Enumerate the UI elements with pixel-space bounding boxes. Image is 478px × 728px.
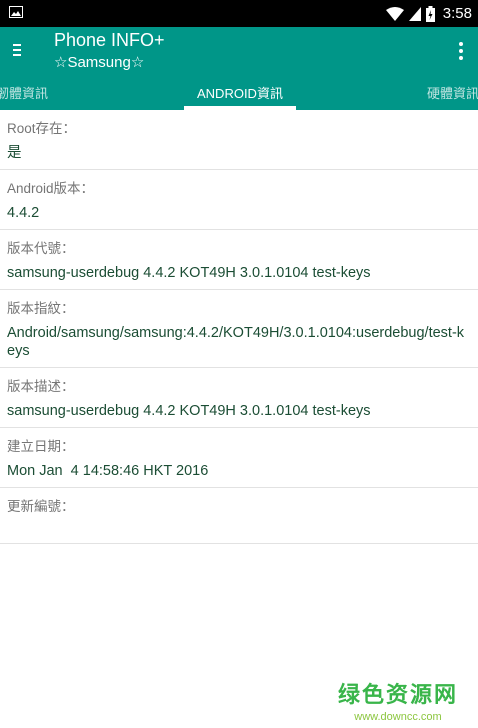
watermark-url: www.downcc.com bbox=[354, 711, 442, 723]
list-item-description[interactable]: 版本描述： samsung-userdebug 4.4.2 KOT49H 3.0… bbox=[0, 368, 478, 428]
tab-bar: 韌體資訊 ANDROID資訊 硬體資訊 bbox=[0, 74, 478, 110]
row-value: 4.4.2 bbox=[7, 205, 40, 221]
row-label: Android版本： bbox=[7, 181, 95, 196]
list-item-android-version[interactable]: Android版本： 4.4.2 bbox=[0, 170, 478, 230]
list-item-update-number[interactable]: 更新編號： bbox=[0, 488, 478, 544]
watermark: 绿色资源网 www.downcc.com bbox=[338, 677, 458, 723]
row-value: Android/samsung/samsung:4.4.2/KOT49H/3.0… bbox=[7, 325, 465, 359]
menu-icon[interactable] bbox=[10, 40, 24, 60]
watermark-text: 绿色资源网 bbox=[337, 682, 458, 707]
image-notification-icon bbox=[9, 6, 23, 18]
wifi-icon bbox=[385, 6, 404, 21]
list-item-root[interactable]: Root存在： 是 bbox=[0, 110, 478, 170]
info-list: Root存在： 是 Android版本： 4.4.2 版本代號： samsung… bbox=[0, 110, 478, 544]
row-value: 是 bbox=[7, 145, 22, 161]
row-label: Root存在： bbox=[7, 121, 77, 136]
row-value: samsung-userdebug 4.4.2 KOT49H 3.0.1.010… bbox=[7, 265, 371, 281]
row-label: 版本代號： bbox=[7, 241, 75, 256]
row-label: 建立日期： bbox=[7, 439, 75, 454]
tab-hardware-info[interactable]: 硬體資訊 bbox=[427, 83, 478, 102]
app-title: Phone INFO+ bbox=[54, 30, 165, 50]
list-item-fingerprint[interactable]: 版本指紋： Android/samsung/samsung:4.4.2/KOT4… bbox=[0, 290, 478, 368]
app-bar: Phone INFO+ ☆Samsung☆ bbox=[0, 27, 478, 74]
list-item-build-date[interactable]: 建立日期： Mon Jan 4 14:58:46 HKT 2016 bbox=[0, 428, 478, 488]
row-label: 更新編號： bbox=[7, 499, 75, 514]
list-item-build-id[interactable]: 版本代號： samsung-userdebug 4.4.2 KOT49H 3.0… bbox=[0, 230, 478, 290]
row-label: 版本描述： bbox=[7, 379, 75, 394]
tab-firmware-info[interactable]: 韌體資訊 bbox=[0, 83, 48, 102]
more-vert-icon[interactable] bbox=[458, 41, 464, 61]
battery-icon bbox=[425, 5, 435, 22]
status-time: 3:58 bbox=[442, 5, 472, 22]
row-value: samsung-userdebug 4.4.2 KOT49H 3.0.1.010… bbox=[7, 403, 371, 419]
row-label: 版本指紋： bbox=[7, 301, 75, 316]
row-value: Mon Jan 4 14:58:46 HKT 2016 bbox=[7, 463, 209, 479]
status-icons: 3:58 bbox=[385, 3, 472, 24]
status-bar: 3:58 bbox=[0, 0, 478, 27]
signal-icon bbox=[408, 6, 421, 21]
tab-android-info[interactable]: ANDROID資訊 bbox=[197, 83, 283, 102]
app-subtitle: ☆Samsung☆ bbox=[54, 54, 145, 71]
